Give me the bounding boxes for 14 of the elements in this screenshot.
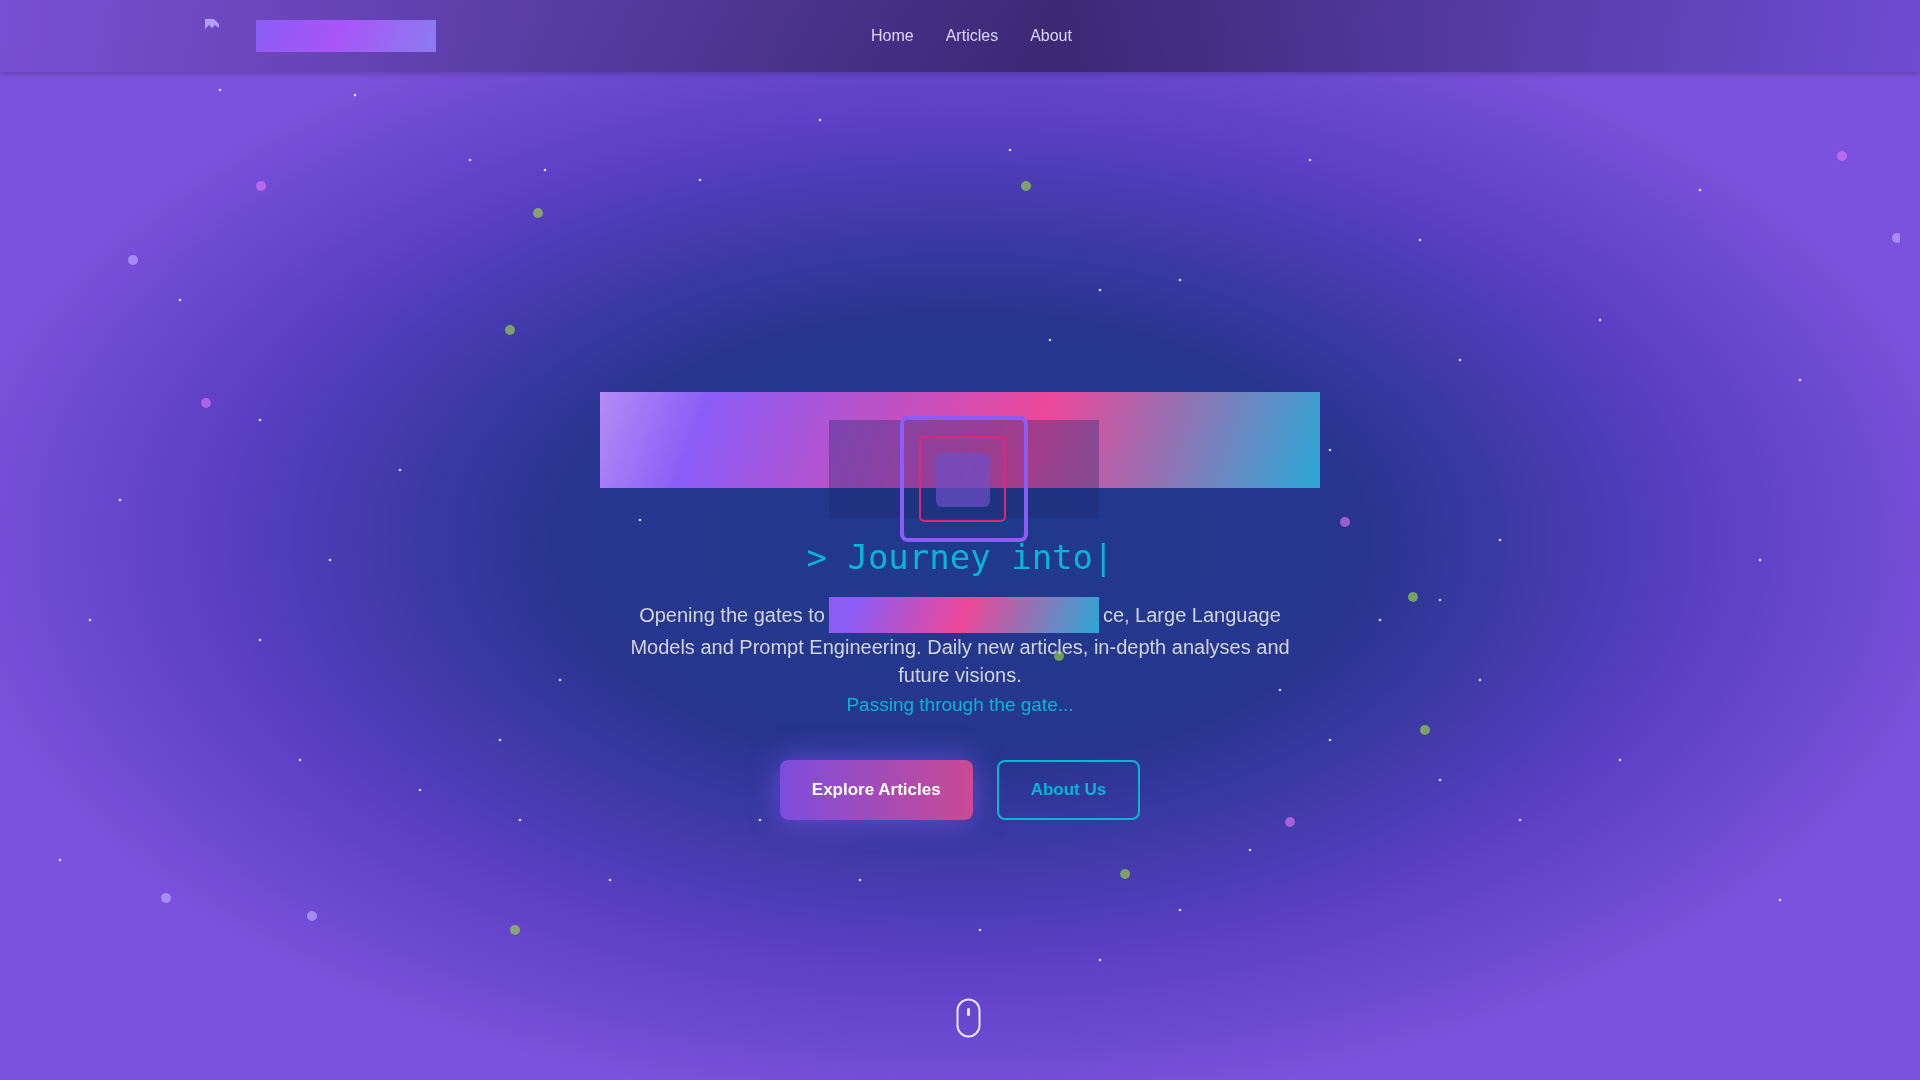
- explore-button[interactable]: Explore Articles: [779, 759, 973, 820]
- loading-text: Passing through the gate...: [846, 693, 1074, 717]
- nav-link[interactable]: About: [1030, 24, 1072, 48]
- text-cursor: |: [1093, 536, 1114, 579]
- gate-frame-icon: [900, 416, 1028, 542]
- mouse-scroll-icon: [956, 998, 981, 1038]
- about-button[interactable]: About Us: [996, 759, 1141, 820]
- intro-text: future visions.: [898, 663, 1022, 688]
- nav-link[interactable]: Articles: [945, 24, 999, 48]
- typed-heading: > Journey into: [806, 536, 1094, 579]
- intro-text: ce, Large Language: [1102, 603, 1281, 628]
- intro-text: Models and Prompt Engineering. Daily new articles, in-depth analyses and: [630, 635, 1290, 660]
- intro-text: Opening the gates to: [639, 603, 825, 628]
- nav-link[interactable]: Home: [871, 24, 914, 48]
